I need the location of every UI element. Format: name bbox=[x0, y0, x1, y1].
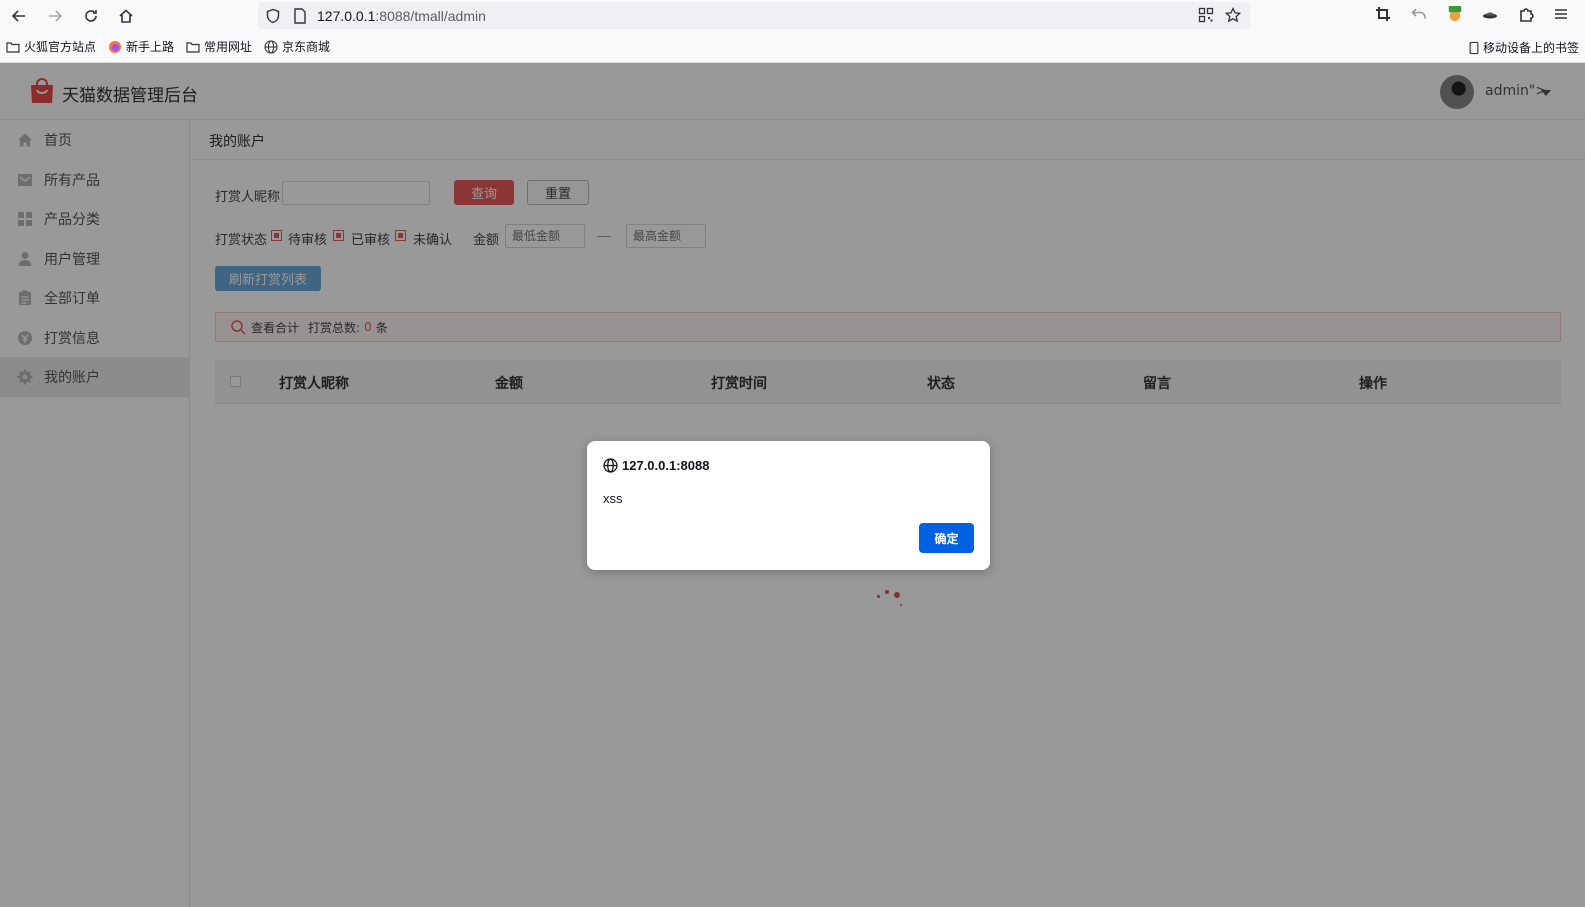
bookmark-label: 移动设备上的书签 bbox=[1482, 41, 1579, 55]
bookmark-firefox-official[interactable]: 火狐官方站点 bbox=[6, 38, 96, 55]
reload-icon bbox=[85, 9, 97, 22]
folder-icon bbox=[6, 41, 20, 53]
bookmarks-bar: 火狐官方站点 新手上路 常用网址 京东商城 移动设备上的书签 bbox=[0, 31, 1585, 63]
home-icon bbox=[119, 8, 133, 23]
home-button[interactable] bbox=[115, 5, 137, 27]
bookmark-getting-started[interactable]: 新手上路 bbox=[108, 38, 174, 55]
globe-icon bbox=[603, 458, 618, 473]
undo-button[interactable] bbox=[1410, 5, 1428, 23]
undo-icon bbox=[1411, 8, 1426, 19]
alert-origin-text: 127.0.0.1:8088 bbox=[622, 458, 710, 473]
forward-button[interactable] bbox=[44, 5, 66, 27]
burp-extension-button[interactable] bbox=[1446, 5, 1464, 23]
firefox-icon bbox=[109, 40, 122, 53]
menu-button[interactable] bbox=[1552, 5, 1570, 23]
back-arrow-icon bbox=[11, 9, 25, 22]
bookmark-common-sites[interactable]: 常用网址 bbox=[186, 38, 252, 55]
bookmark-label: 新手上路 bbox=[126, 40, 175, 54]
crop-icon bbox=[1376, 7, 1390, 21]
burp-extension-icon bbox=[1448, 6, 1462, 22]
hat-icon bbox=[1483, 12, 1497, 19]
hat-extension-button[interactable] bbox=[1481, 5, 1499, 23]
puzzle-icon bbox=[1520, 8, 1534, 22]
qr-code-icon[interactable] bbox=[1198, 7, 1214, 23]
shield-icon bbox=[266, 8, 280, 23]
alert-ok-button[interactable]: 确定 bbox=[919, 523, 974, 553]
alert-dialog: 127.0.0.1:8088 xss 确定 bbox=[587, 441, 990, 570]
alert-message: xss bbox=[603, 491, 623, 506]
bookmark-mobile[interactable]: 移动设备上的书签 bbox=[1468, 39, 1579, 56]
bookmark-label: 京东商城 bbox=[282, 40, 331, 54]
back-button[interactable] bbox=[8, 5, 30, 27]
reload-button[interactable] bbox=[80, 5, 102, 27]
url-text: 127.0.0.1:8088/tmall/admin bbox=[317, 7, 486, 24]
page-icon bbox=[294, 7, 306, 24]
globe-icon bbox=[264, 39, 278, 54]
mobile-device-icon bbox=[1469, 41, 1479, 54]
alert-origin: 127.0.0.1:8088 bbox=[603, 458, 709, 473]
extensions-button[interactable] bbox=[1517, 5, 1535, 23]
url-bar[interactable]: 127.0.0.1:8088/tmall/admin bbox=[258, 2, 1250, 29]
screenshot-crop-button[interactable] bbox=[1374, 5, 1392, 23]
bookmark-label: 常用网址 bbox=[204, 40, 253, 54]
bookmark-jd-mall[interactable]: 京东商城 bbox=[264, 38, 330, 55]
browser-toolbar: 127.0.0.1:8088/tmall/admin bbox=[0, 0, 1585, 31]
bookmark-star-icon[interactable] bbox=[1225, 7, 1241, 23]
bookmark-label: 火狐官方站点 bbox=[24, 40, 97, 54]
folder-icon bbox=[186, 41, 200, 53]
hamburger-icon bbox=[1555, 9, 1567, 19]
forward-arrow-icon bbox=[49, 9, 63, 22]
